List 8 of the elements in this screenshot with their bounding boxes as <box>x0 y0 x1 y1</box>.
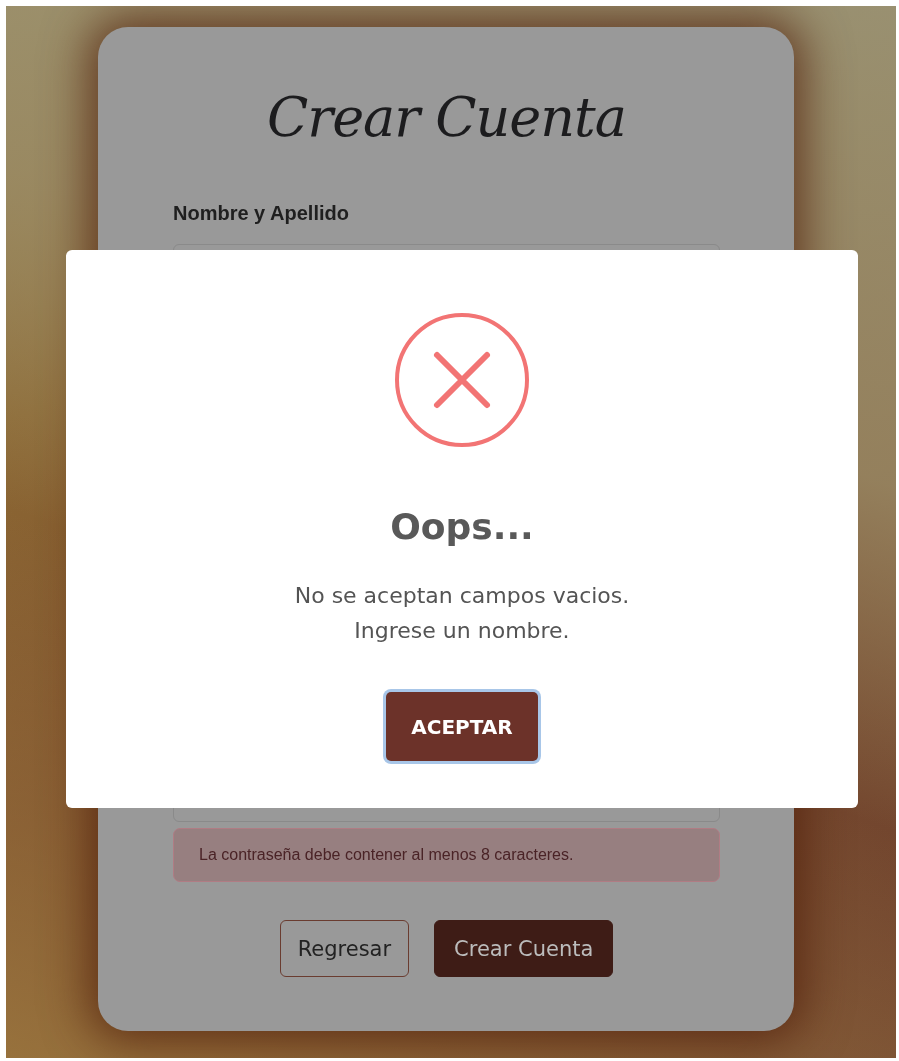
create-account-button[interactable]: Crear Cuenta <box>434 920 614 977</box>
dialog-message: No se aceptan campos vacios. Ingrese un nombre. <box>294 582 630 645</box>
field-label: Nombre y Apellido <box>173 201 350 226</box>
back-button[interactable]: Regresar <box>279 920 410 977</box>
form-title: Crear Cuenta <box>266 85 627 151</box>
accept-button[interactable]: ACEPTAR <box>386 692 538 761</box>
alert-message: La contraseña debe contener al menos 8 caracteres. <box>173 828 720 882</box>
dialog-title: Oops... <box>390 505 534 549</box>
